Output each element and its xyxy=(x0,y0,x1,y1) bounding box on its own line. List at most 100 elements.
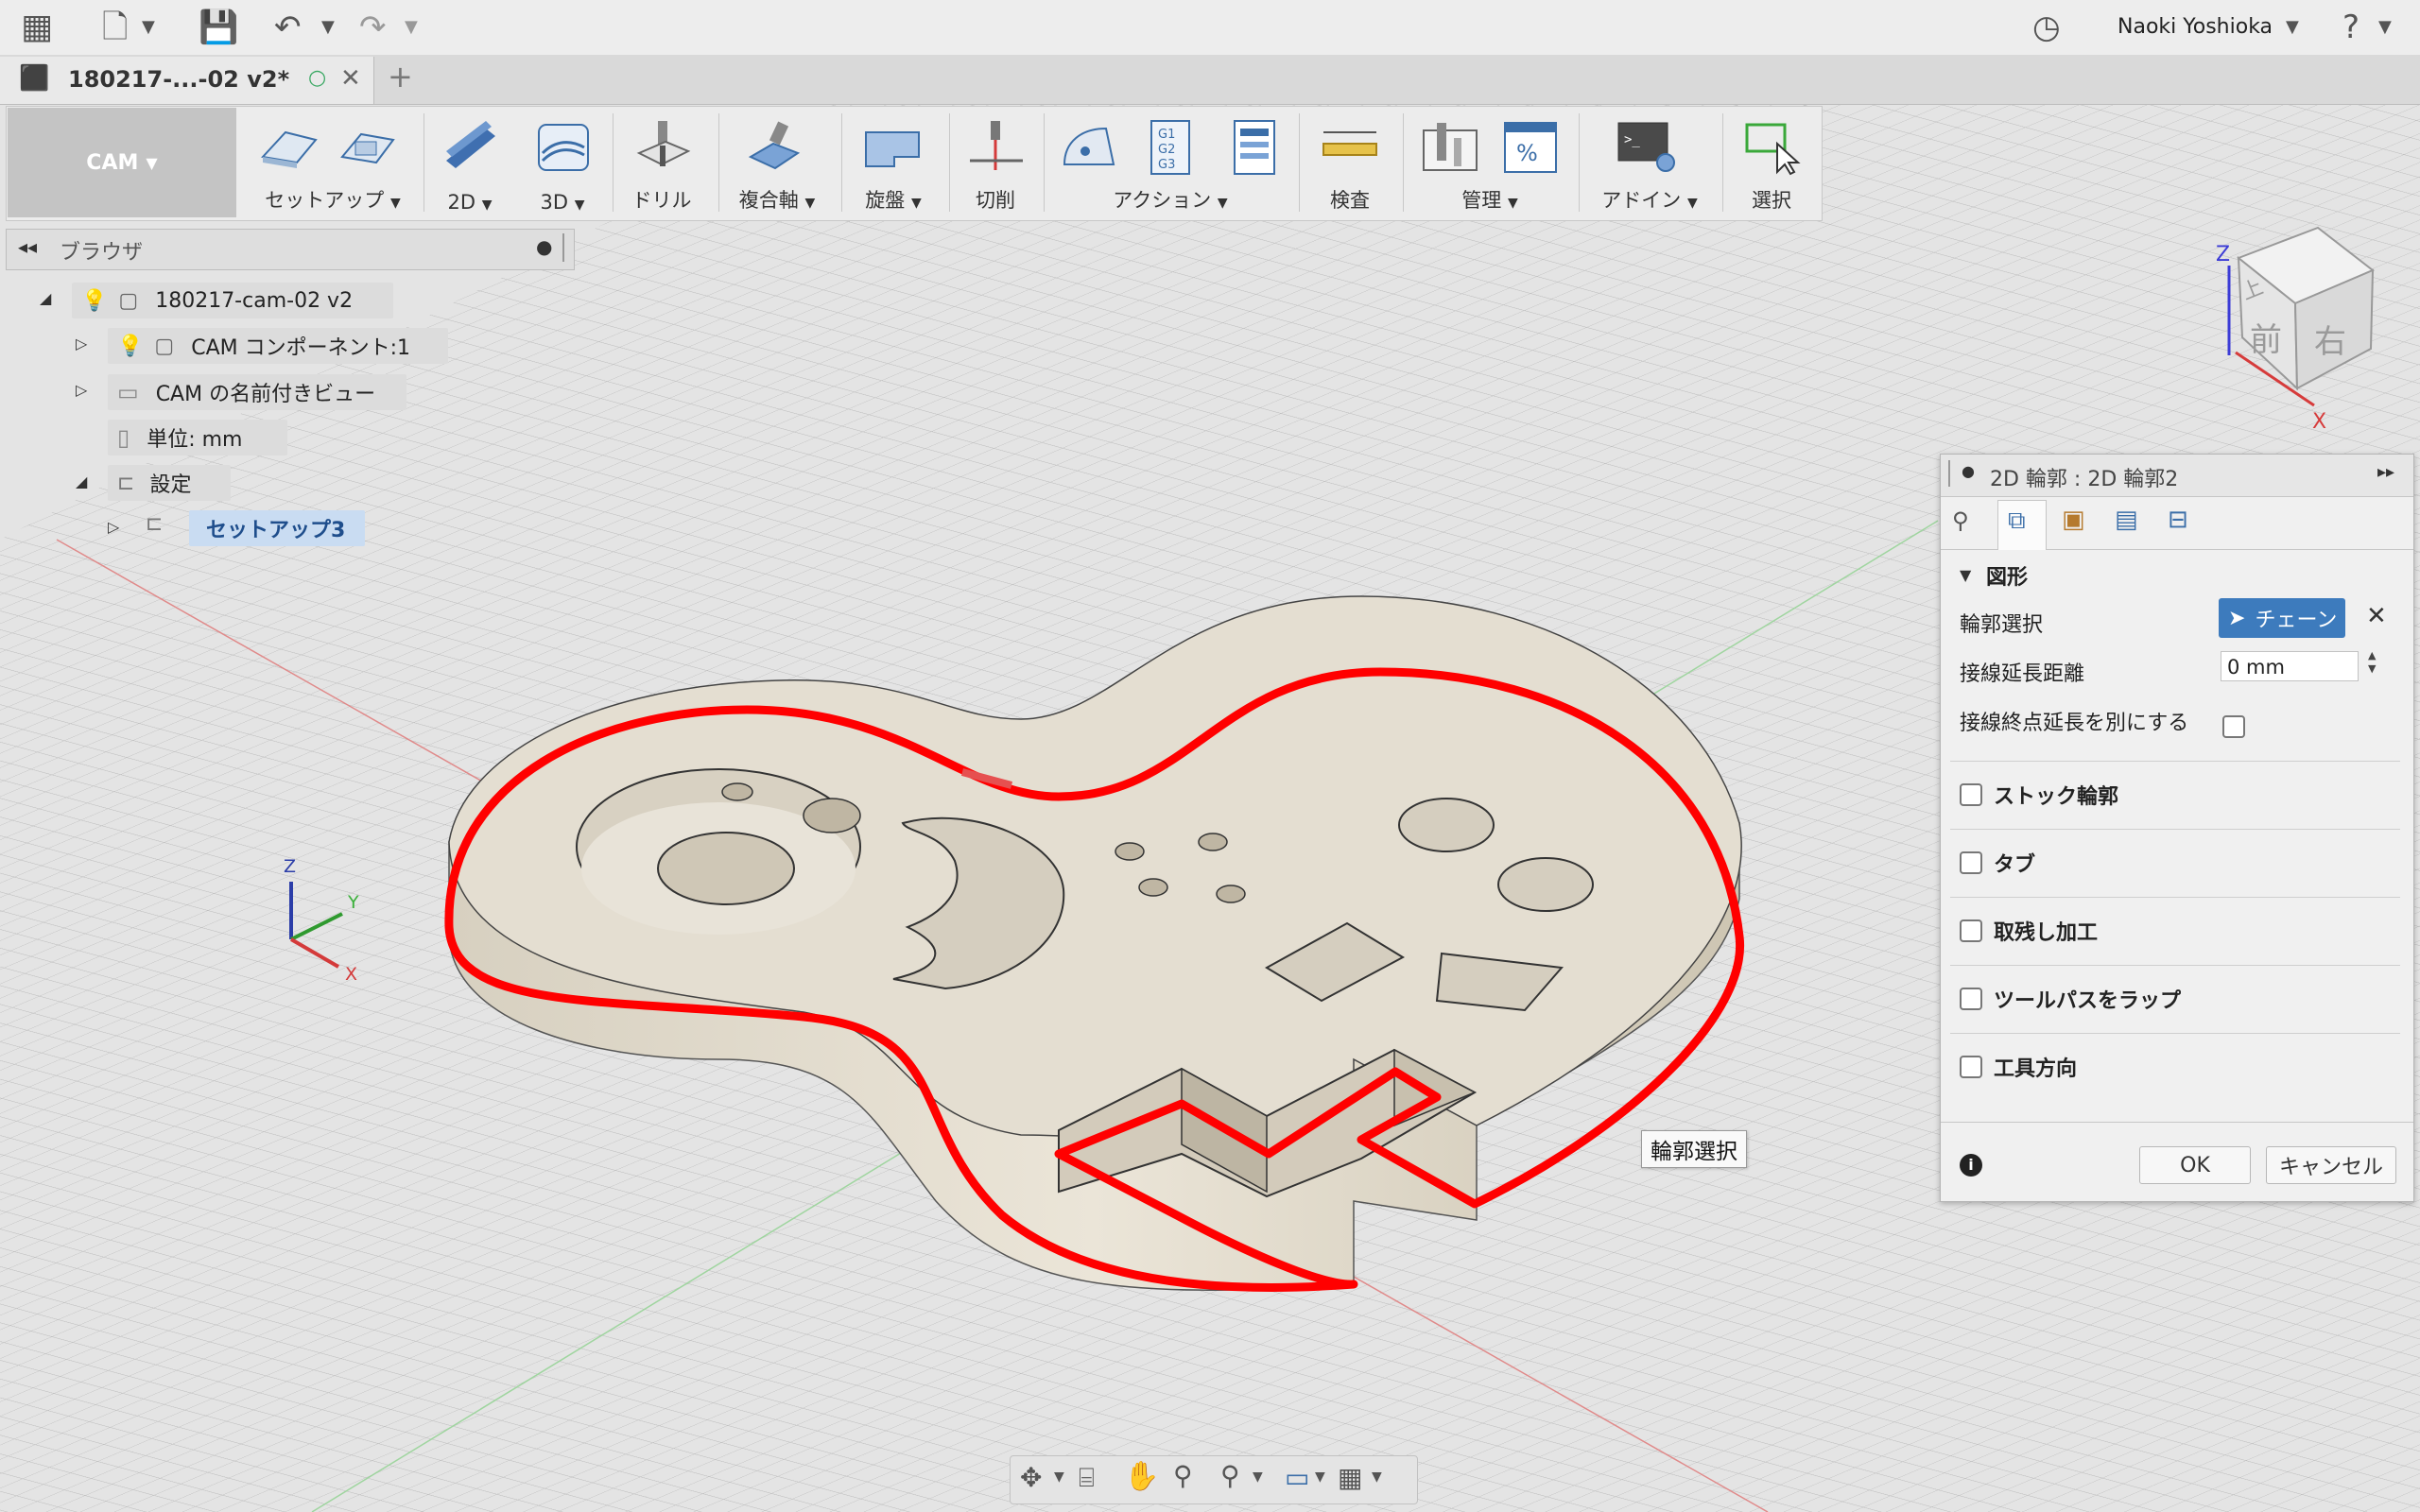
visibility-bulb-icon[interactable]: 💡 xyxy=(117,335,143,358)
triad-z-label: Z xyxy=(284,856,296,877)
tab-passes-icon[interactable]: ▤ xyxy=(2115,506,2138,534)
expand-toggle-icon[interactable]: ▷ xyxy=(108,518,119,536)
document-tab[interactable]: ⬛ 180217-...-02 v2* ○ ✕ xyxy=(0,57,374,104)
job-status-clock-icon[interactable]: ◷ xyxy=(2032,0,2061,55)
dialog-title: 2D 輪郭 : 2D 輪郭2 xyxy=(1990,468,2179,491)
hole-1[interactable] xyxy=(1398,798,1495,852)
ribbon-group-actions[interactable]: G1 G2 G3 アクション ▼ xyxy=(1047,108,1293,217)
redo-caret-icon[interactable]: ▼ xyxy=(405,0,418,55)
browser-item-named-views[interactable]: ▭ CAM の名前付きビュー xyxy=(108,374,406,410)
close-tab-icon[interactable]: ✕ xyxy=(340,64,361,93)
dialog-drag-handle[interactable] xyxy=(1948,460,1952,487)
stock-contours-checkbox[interactable] xyxy=(1960,783,1982,806)
orbit-caret-icon[interactable]: ▼ xyxy=(1054,1469,1064,1485)
browser-title: ブラウザ xyxy=(60,241,144,265)
grid-settings-icon[interactable]: ▦ xyxy=(1338,1462,1362,1493)
help-icon[interactable]: ? xyxy=(2342,0,2360,55)
browser-item-cam-component[interactable]: 💡 ▢ CAM コンポーネント:1 xyxy=(108,328,448,364)
ribbon-group-addins[interactable]: >_ アドイン ▼ xyxy=(1582,108,1717,217)
file-icon[interactable]: 🗋 xyxy=(102,0,128,55)
hole-2[interactable] xyxy=(1497,857,1594,912)
zoom-caret-icon[interactable]: ▼ xyxy=(1253,1469,1263,1485)
section-collapse-icon[interactable]: ▼ xyxy=(1960,566,1971,584)
user-name[interactable]: Naoki Yoshioka xyxy=(2118,0,2273,55)
redo-icon[interactable]: ↷ xyxy=(359,0,387,55)
data-panel-grid-icon[interactable]: ▦ xyxy=(21,0,53,55)
section-geometry-title[interactable]: 図形 xyxy=(1986,560,2028,591)
display-caret-icon[interactable]: ▼ xyxy=(1315,1469,1325,1485)
ribbon-group-setup[interactable]: セットアップ ▼ xyxy=(248,108,418,217)
undo-icon[interactable]: ↶ xyxy=(274,0,302,55)
browser-item-setup3[interactable]: セットアップ3 xyxy=(189,510,365,546)
zoom-window-icon[interactable]: ⚲ xyxy=(1220,1460,1240,1491)
ribbon-group-lathe[interactable]: 旋盤 ▼ xyxy=(845,108,942,217)
tangential-extension-input[interactable]: 0 mm xyxy=(2221,651,2359,681)
ribbon-group-select[interactable]: 選択 xyxy=(1726,108,1817,217)
tool-orientation-label[interactable]: 工具方向 xyxy=(1994,1052,2077,1082)
dialog-options-icon[interactable]: ● xyxy=(1962,462,1975,480)
undo-caret-icon[interactable]: ▼ xyxy=(321,0,335,55)
browser-drag-handle[interactable] xyxy=(562,233,566,262)
expand-toggle-icon[interactable]: ▷ xyxy=(76,335,87,352)
tool-orientation-checkbox[interactable] xyxy=(1960,1056,1982,1078)
wrap-toolpath-label[interactable]: ツールパスをラップ xyxy=(1994,984,2181,1014)
tabs-checkbox[interactable] xyxy=(1960,851,1982,874)
grid-caret-icon[interactable]: ▼ xyxy=(1372,1469,1382,1485)
ribbon-group-drill[interactable]: ドリル xyxy=(616,108,707,217)
workspace-caret-icon: ▼ xyxy=(146,153,158,172)
ribbon-group-inspect[interactable]: 検査 xyxy=(1303,108,1397,217)
tabs-label[interactable]: タブ xyxy=(1994,848,2035,878)
application-bar: ▦ 🗋 ▼ 💾 ↶ ▼ ↷ ▼ ◷ Naoki Yoshioka ▼ ? ▼ xyxy=(0,0,2420,56)
geometry-tab-icon: ⧉ xyxy=(2008,507,2026,535)
info-icon[interactable]: i xyxy=(1960,1154,1982,1177)
wrap-toolpath-checkbox[interactable] xyxy=(1960,988,1982,1010)
file-menu-caret-icon[interactable]: ▼ xyxy=(142,0,155,55)
expand-dialog-icon[interactable]: ▸▸ xyxy=(2377,462,2394,482)
separate-end-extension-checkbox[interactable] xyxy=(2222,715,2245,738)
user-menu-caret-icon[interactable]: ▼ xyxy=(2286,0,2299,55)
collapse-browser-icon[interactable]: ◂◂ xyxy=(18,235,37,258)
rest-machining-label[interactable]: 取残し加工 xyxy=(1994,916,2098,946)
tangential-extension-label: 接線延長距離 xyxy=(1960,662,2085,686)
save-icon[interactable]: 💾 xyxy=(199,0,238,55)
ok-button[interactable]: OK xyxy=(2139,1146,2251,1184)
expand-toggle-icon[interactable]: ◢ xyxy=(40,289,51,307)
ribbon-group-cutting[interactable]: 切削 xyxy=(953,108,1038,217)
tool-library-icon xyxy=(1423,123,1478,171)
rest-machining-checkbox[interactable] xyxy=(1960,919,1982,942)
look-at-icon[interactable]: ⌸ xyxy=(1079,1462,1095,1494)
dialog-header[interactable]: ● 2D 輪郭 : 2D 輪郭2 ▸▸ xyxy=(1941,455,2413,497)
tab-tool-icon[interactable]: ⚲ xyxy=(1952,507,1969,534)
browser-header[interactable]: ◂◂ ブラウザ ● xyxy=(6,229,575,270)
online-status-icon: ○ xyxy=(308,66,327,90)
clear-selection-icon[interactable]: ✕ xyxy=(2366,602,2387,630)
pan-hand-icon[interactable]: ✋ xyxy=(1124,1460,1159,1493)
expand-toggle-icon[interactable]: ◢ xyxy=(76,472,87,490)
help-caret-icon[interactable]: ▼ xyxy=(2378,0,2392,55)
new-tab-button[interactable]: + xyxy=(388,59,413,94)
browser-item-root[interactable]: 💡 ▢ 180217-cam-02 v2 xyxy=(72,283,393,318)
stock-contours-label[interactable]: ストック輪郭 xyxy=(1994,780,2118,810)
chain-select-button[interactable]: ➤ チェーン xyxy=(2219,598,2345,638)
tab-linking-icon[interactable]: ⊟ xyxy=(2168,506,2188,534)
cancel-button[interactable]: キャンセル xyxy=(2266,1146,2396,1184)
waterjet-cutting-icon xyxy=(970,121,1023,170)
zoom-icon[interactable]: ⚲ xyxy=(1173,1460,1193,1491)
browser-item-units[interactable]: ▯ 単位: mm xyxy=(108,420,287,455)
tab-geometry[interactable]: ⧉ xyxy=(1997,500,2047,550)
tab-heights-icon[interactable]: ▣ xyxy=(2062,506,2085,534)
setup-label: セットアップ xyxy=(265,189,385,212)
spin-stepper-icon[interactable]: ▲ ▼ xyxy=(2368,649,2376,676)
orbit-icon[interactable]: ✥ xyxy=(1020,1462,1042,1493)
display-settings-icon[interactable]: ▭ xyxy=(1285,1462,1309,1493)
visibility-bulb-icon[interactable]: 💡 xyxy=(81,289,107,313)
workspace-switcher[interactable]: CAM ▼ xyxy=(8,108,236,217)
expand-toggle-icon[interactable]: ▷ xyxy=(76,381,87,399)
ribbon-group-manage[interactable]: % 管理 ▼ xyxy=(1407,108,1573,217)
browser-options-icon[interactable]: ● xyxy=(536,235,552,258)
ribbon-group-multiaxis[interactable]: 複合軸 ▼ xyxy=(722,108,832,217)
ribbon-group-2d[interactable]: 2D ▼ xyxy=(427,108,512,217)
browser-item-settings[interactable]: ⊏ 設定 xyxy=(108,465,231,501)
center-bore[interactable] xyxy=(657,832,795,905)
ribbon-group-3d[interactable]: 3D ▼ xyxy=(520,108,605,217)
